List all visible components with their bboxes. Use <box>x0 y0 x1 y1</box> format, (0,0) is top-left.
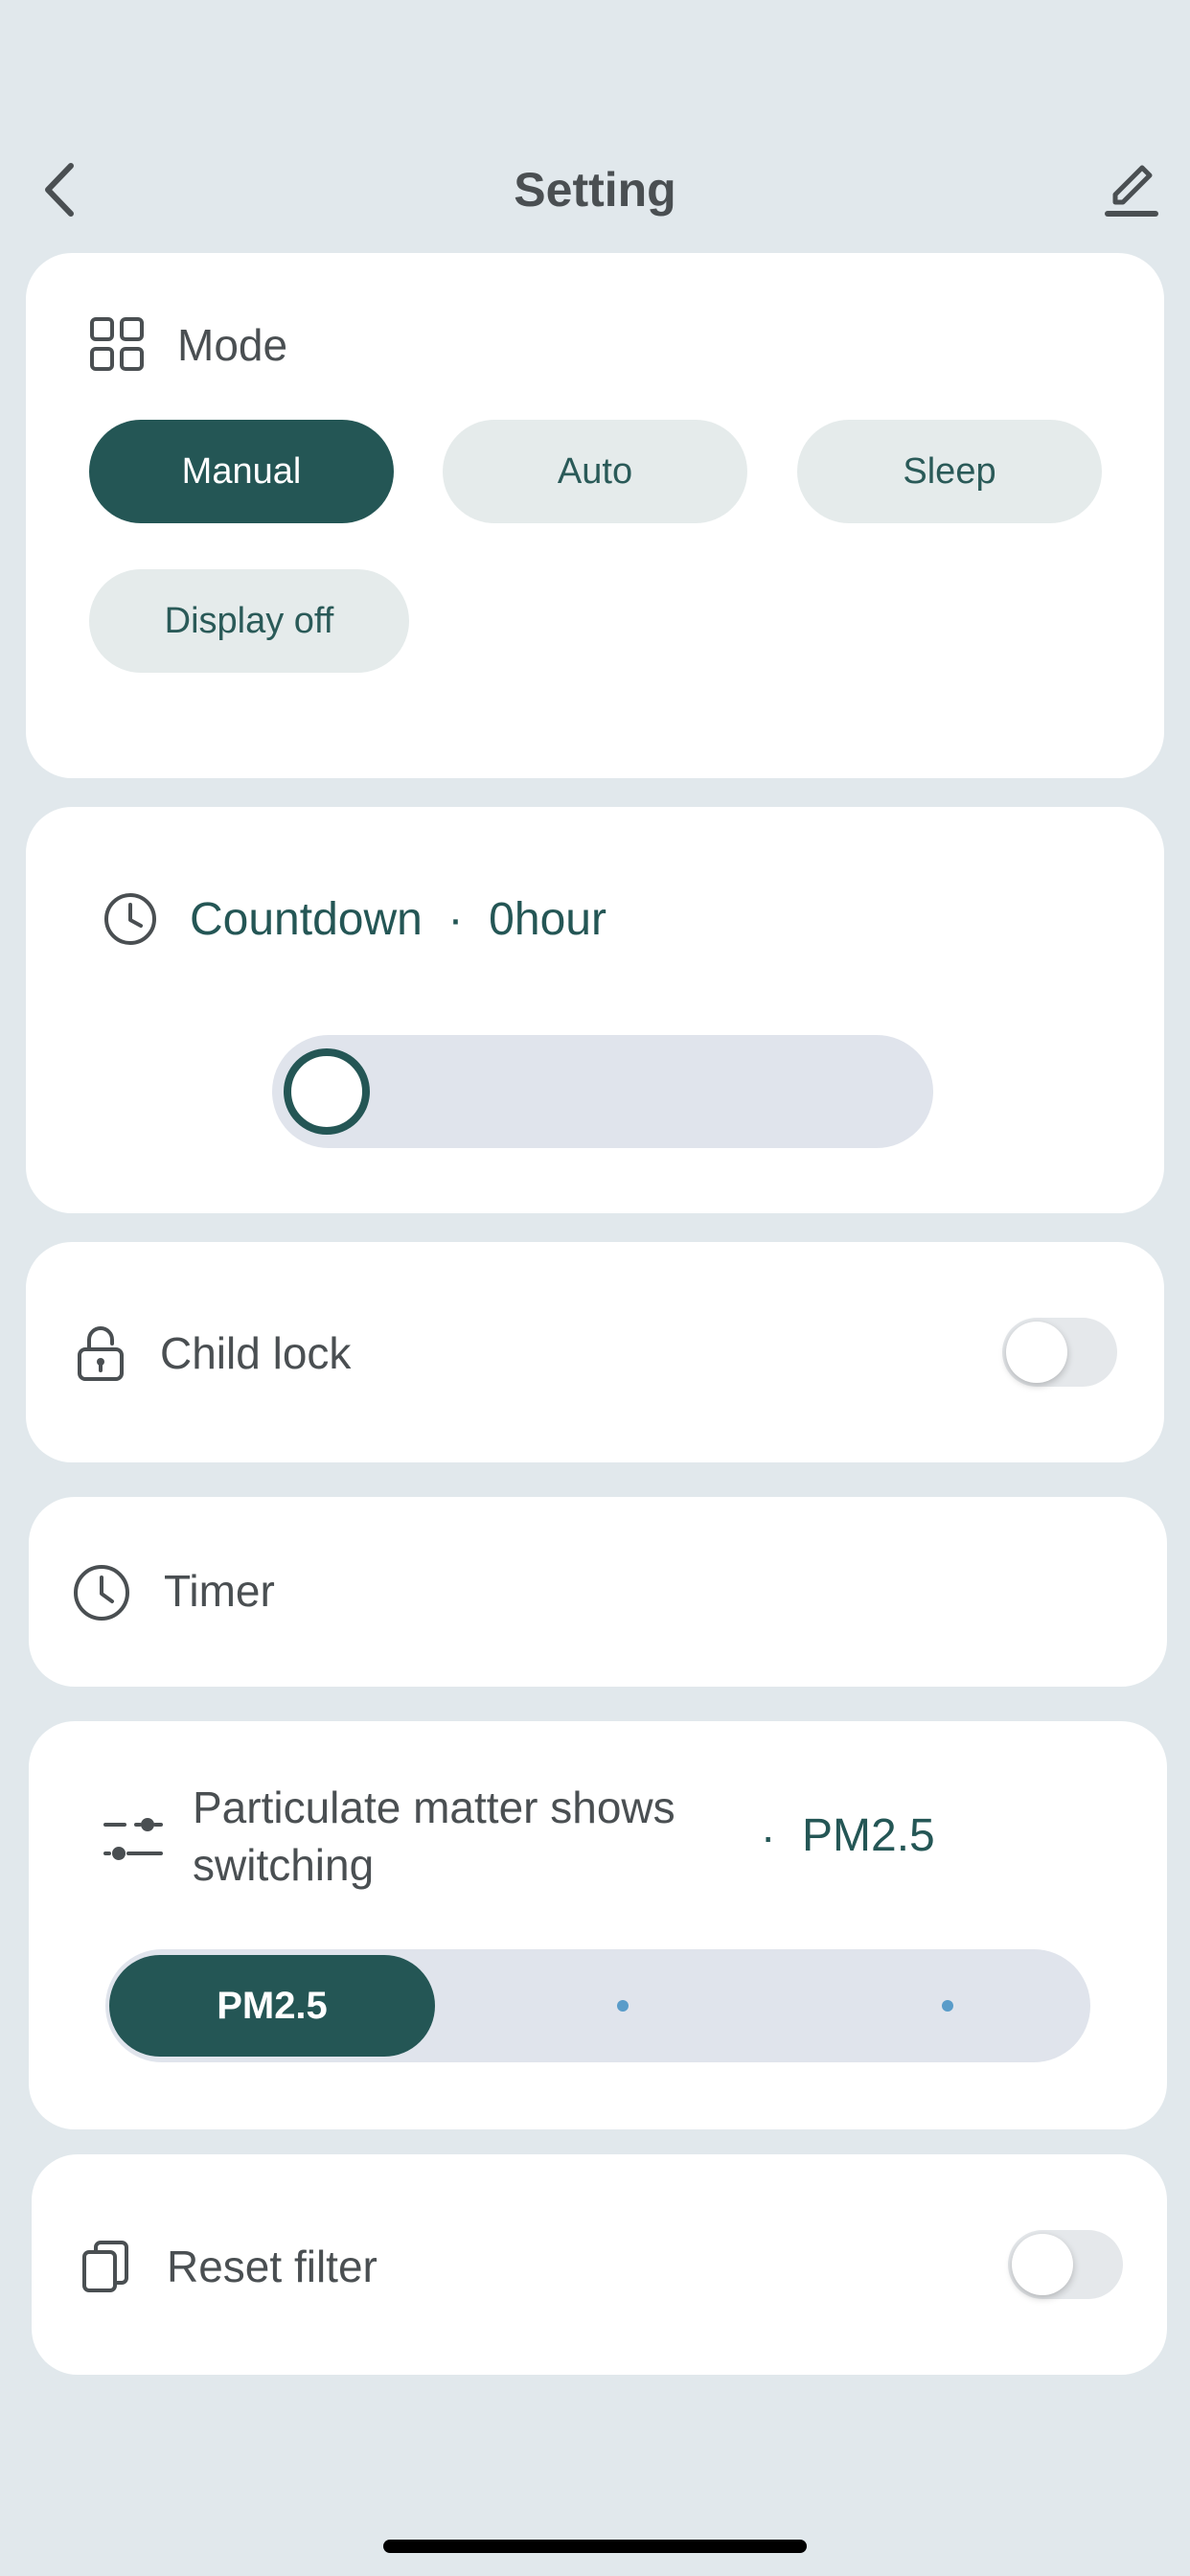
particulate-value: PM2.5 <box>802 1810 935 1861</box>
mode-manual-button[interactable]: Manual <box>89 420 394 523</box>
grid-icon <box>90 317 144 371</box>
clock-icon <box>104 893 156 945</box>
settings-screen: Setting Mode Manual Auto Sleep Display o… <box>0 0 1190 2576</box>
countdown-separator: · <box>447 894 464 945</box>
reset-filter-toggle[interactable] <box>1008 2230 1123 2299</box>
sliders-icon <box>103 1818 163 1860</box>
particulate-option-pm25[interactable]: PM2.5 <box>109 1955 435 2057</box>
particulate-separator: · <box>761 1811 776 1861</box>
home-indicator[interactable] <box>383 2540 807 2553</box>
mode-label: Mode <box>177 320 288 370</box>
particulate-card: Particulate matter shows switching · PM2… <box>29 1721 1167 2129</box>
countdown-slider-handle[interactable] <box>284 1048 370 1135</box>
particulate-selector[interactable]: PM2.5 <box>105 1949 1090 2062</box>
lock-icon <box>78 1326 124 1381</box>
particulate-option-3-dot[interactable] <box>942 2000 953 2012</box>
reset-filter-toggle-knob <box>1012 2234 1073 2295</box>
reset-filter-card: Reset filter <box>32 2154 1167 2375</box>
clock-icon <box>74 1565 129 1621</box>
countdown-value: 0hour <box>489 894 606 945</box>
countdown-label: Countdown · 0hour <box>190 891 606 949</box>
mode-sleep-button[interactable]: Sleep <box>797 420 1102 523</box>
particulate-option-2-dot[interactable] <box>617 2000 629 2012</box>
child-lock-card: Child lock <box>26 1242 1164 1462</box>
page-title: Setting <box>514 163 676 217</box>
countdown-title: Countdown <box>190 894 423 945</box>
child-lock-toggle[interactable] <box>1002 1318 1117 1387</box>
copy-icon <box>82 2241 128 2292</box>
pencil-icon <box>1105 165 1158 217</box>
particulate-label: Particulate matter shows switching <box>193 1782 675 1890</box>
mode-display-off-button[interactable]: Display off <box>89 569 409 673</box>
timer-card[interactable]: Timer <box>29 1497 1167 1687</box>
countdown-card: Countdown · 0hour <box>26 807 1164 1213</box>
child-lock-label: Child lock <box>160 1328 352 1378</box>
mode-card: Mode Manual Auto Sleep Display off <box>26 253 1164 778</box>
mode-auto-button[interactable]: Auto <box>443 420 747 523</box>
timer-label: Timer <box>164 1566 275 1616</box>
reset-filter-label: Reset filter <box>167 2242 378 2291</box>
child-lock-toggle-knob <box>1006 1322 1067 1383</box>
edit-button[interactable] <box>1102 160 1161 219</box>
countdown-slider[interactable] <box>272 1035 933 1148</box>
